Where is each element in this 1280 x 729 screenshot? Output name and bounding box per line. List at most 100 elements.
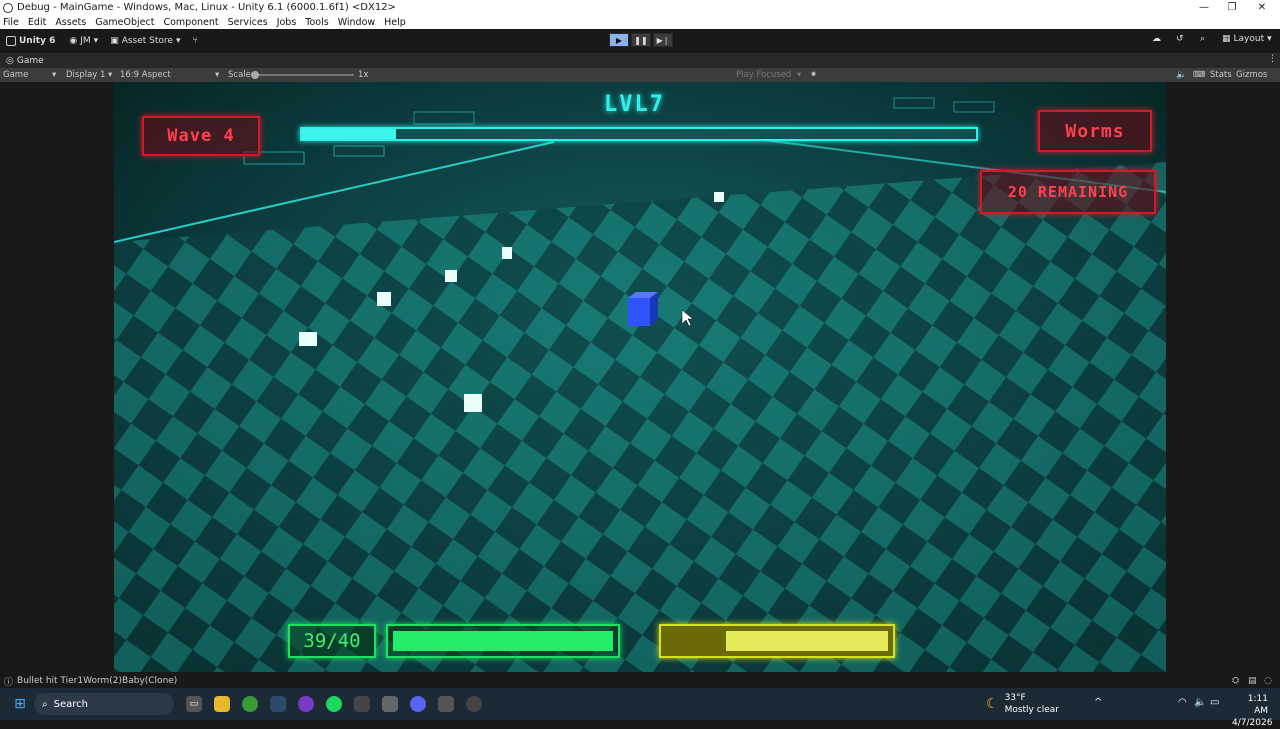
weather-widget[interactable]: ☾ 33°F Mostly clear [986, 692, 1059, 716]
game-viewport[interactable]: Wave 4 LVL7 Worms 20 REMAINING 39/40 [114, 82, 1166, 672]
user-icon: ◉ [69, 35, 78, 46]
asset-store-dropdown[interactable]: ▣ Asset Store ▾ [110, 36, 180, 46]
chevron-down-icon: ▾ [93, 35, 99, 46]
enemies-remaining-label: 20 REMAINING [980, 170, 1156, 214]
stamina-bar [659, 624, 895, 658]
stats-button[interactable]: Stats [1210, 70, 1232, 80]
restore-button[interactable]: ❐ [1216, 0, 1248, 15]
battery-icon[interactable]: ▭ [1210, 697, 1219, 708]
app-icon[interactable] [382, 696, 398, 712]
play-button[interactable]: ▶ [609, 33, 629, 47]
progress-icon[interactable]: ◌ [1264, 676, 1272, 686]
weather-temp: 33°F [1004, 693, 1026, 703]
chrome-icon[interactable] [242, 696, 258, 712]
branch-icon: ⑂ [192, 35, 198, 46]
wave-label: Wave 4 [142, 116, 260, 156]
clock-date: 4/7/2026 [1232, 718, 1273, 728]
xp-bar [300, 127, 978, 141]
network-icon[interactable]: ⛭ [1232, 676, 1239, 686]
windows-start-icon[interactable]: ⊞ [12, 696, 28, 712]
obs-icon[interactable] [466, 696, 482, 712]
aspect-dropdown[interactable]: 16:9 Aspect [120, 70, 171, 80]
taskbar-search[interactable]: ⌕ Search [34, 693, 174, 715]
unity-account-button[interactable]: Unity 6 [6, 35, 55, 46]
menu-file[interactable]: File [3, 17, 19, 28]
window-title: Debug - MainGame - Windows, Mac, Linux -… [17, 2, 396, 13]
display-mode-dropdown[interactable]: Game [3, 70, 28, 80]
cache-icon[interactable]: ▤ [1248, 676, 1257, 686]
spotify-icon[interactable] [326, 696, 342, 712]
moon-icon: ☾ [986, 696, 999, 712]
menu-jobs[interactable]: Jobs [277, 17, 297, 28]
chevron-down-icon: ▾ [175, 35, 181, 46]
search-icon: ⌕ [42, 698, 48, 710]
scale-label: Scale [228, 70, 251, 80]
layout-label: Layout [1233, 34, 1265, 44]
console-status-bar[interactable]: ⓘ Bullet hit Tier1Worm(2)Baby(Clone) ⛭ ▤… [0, 674, 1280, 688]
unity-cube-icon [6, 35, 16, 46]
display-dropdown[interactable]: Display 1 [66, 70, 105, 80]
cloud-icon[interactable]: ☁ [1152, 34, 1161, 44]
account-label: JM [80, 35, 91, 46]
menu-gameobject[interactable]: GameObject [95, 17, 154, 28]
tab-bar: ◎ Game ⋮ [0, 53, 1280, 68]
steam-icon[interactable] [270, 696, 286, 712]
history-icon[interactable]: ↺ [1176, 34, 1184, 44]
chevron-up-icon[interactable]: ^ [1094, 697, 1102, 708]
enemy-type-label: Worms [1038, 110, 1152, 152]
unity-editor-icon[interactable] [438, 696, 454, 712]
close-button[interactable]: ✕ [1246, 0, 1278, 15]
stamina-bar-fill [725, 631, 888, 651]
unity-hub-icon[interactable] [354, 696, 370, 712]
game-view-toolbar: Game ▾ Display 1 ▾ 16:9 Aspect ▾ Scale 1… [0, 68, 1280, 82]
menu-edit[interactable]: Edit [28, 17, 46, 28]
play-focused-dropdown[interactable]: Play Focused [736, 70, 791, 80]
status-message: Bullet hit Tier1Worm(2)Baby(Clone) [17, 676, 178, 686]
layout-icon: ▦ [1222, 34, 1231, 44]
chevron-down-icon: ▾ [52, 70, 57, 80]
bug-icon[interactable]: ✷ [810, 70, 817, 80]
clock[interactable]: 1:11 AM 4/7/2026 [1232, 693, 1273, 729]
tab-game-label: Game [16, 55, 44, 66]
asset-store-label: Asset Store [121, 35, 173, 46]
unity-logo-icon [3, 2, 13, 13]
layout-dropdown[interactable]: ▦ Layout ▾ [1222, 34, 1272, 44]
info-icon: ⓘ [4, 677, 14, 688]
health-bar [386, 624, 620, 658]
player-cube [628, 292, 658, 326]
xp-bar-fill [302, 129, 397, 139]
menu-assets[interactable]: Assets [55, 17, 86, 28]
scale-value: 1x [358, 70, 369, 80]
menu-window[interactable]: Window [338, 17, 375, 28]
github-icon[interactable] [298, 696, 314, 712]
weather-desc: Mostly clear [1004, 705, 1059, 715]
file-explorer-icon[interactable] [214, 696, 230, 712]
chevron-down-icon: ▾ [215, 70, 220, 80]
health-bar-fill [393, 631, 613, 651]
windows-taskbar: ⊞ ⌕ Search ▭ ☾ 33°F Mostly clear ^ ◠ 🔈 ▭… [0, 688, 1280, 728]
menu-services[interactable]: Services [228, 17, 268, 28]
tab-game[interactable]: ◎ Game [6, 56, 44, 66]
menu-tools[interactable]: Tools [305, 17, 328, 28]
step-button[interactable]: ▶❘ [653, 33, 673, 47]
scale-slider[interactable] [251, 71, 354, 79]
discord-icon[interactable] [410, 696, 426, 712]
menu-component[interactable]: Component [163, 17, 218, 28]
level-label: LVL7 [604, 92, 665, 117]
keyboard-icon[interactable]: ⌨ [1193, 70, 1205, 80]
scale-slider-handle[interactable] [251, 71, 259, 79]
pause-button[interactable]: ❚❚ [631, 33, 651, 47]
window-titlebar: Debug - MainGame - Windows, Mac, Linux -… [0, 0, 1280, 15]
task-view-icon[interactable]: ▭ [186, 696, 202, 712]
gizmos-button[interactable]: Gizmos [1236, 70, 1267, 80]
account-dropdown[interactable]: ◉ JM ▾ [69, 36, 98, 46]
version-control-button[interactable]: ⑂ [192, 36, 197, 46]
volume-icon[interactable]: 🔈 [1194, 697, 1206, 708]
chevron-down-icon: ▾ [108, 70, 113, 80]
search-icon[interactable]: ⌕ [1200, 34, 1205, 44]
wifi-icon[interactable]: ◠ [1178, 697, 1187, 708]
audio-icon[interactable]: 🔈 [1176, 70, 1187, 80]
clock-time: 1:11 AM [1247, 694, 1268, 716]
more-options-icon[interactable]: ⋮ [1268, 54, 1277, 64]
menu-help[interactable]: Help [384, 17, 406, 28]
